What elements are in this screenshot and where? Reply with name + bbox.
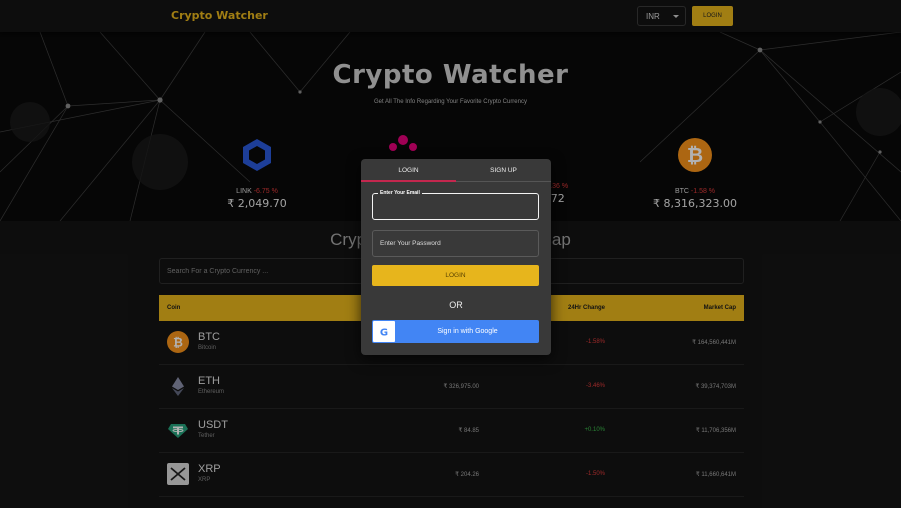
tab-login[interactable]: LOGIN (361, 159, 456, 182)
login-modal: LOGIN SIGN UP Enter Your Email Enter You… (361, 159, 551, 355)
google-signin-button[interactable]: G Sign in with Google (372, 320, 539, 343)
or-divider: OR (449, 300, 463, 310)
email-label: Enter Your Email (378, 190, 422, 196)
google-icon: G (380, 328, 388, 339)
google-signin-label: Sign in with Google (437, 328, 498, 335)
password-field[interactable]: Enter Your Password (372, 230, 539, 257)
svg-text:G: G (380, 328, 388, 339)
email-field[interactable]: Enter Your Email (372, 190, 539, 220)
modal-login-button[interactable]: LOGIN (372, 265, 539, 286)
tab-signup[interactable]: SIGN UP (456, 159, 551, 182)
password-label: Enter Your Password (380, 240, 441, 247)
